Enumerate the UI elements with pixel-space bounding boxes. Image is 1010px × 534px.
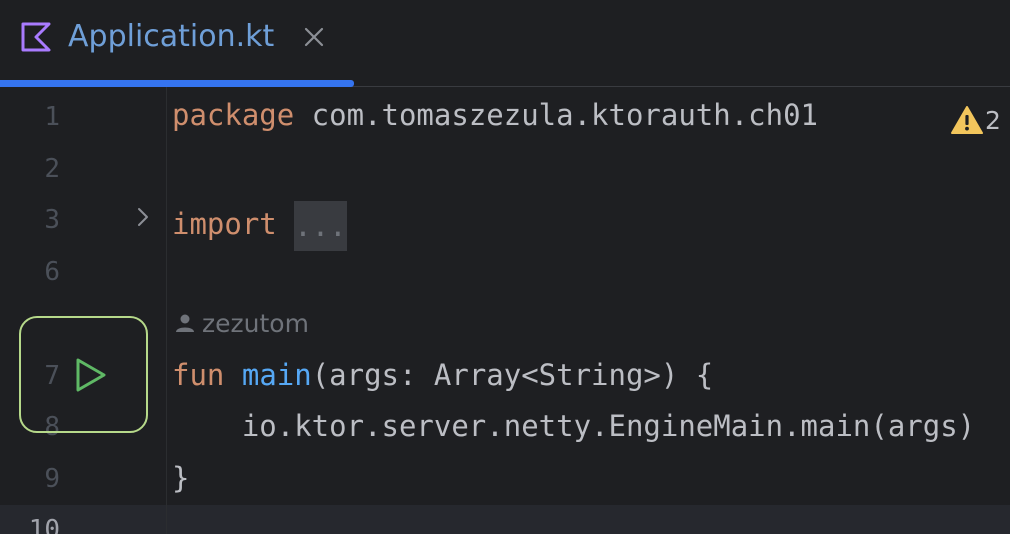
code-line-1: package com.tomaszezula.ktorauth.ch01: [172, 98, 818, 132]
tab-title: Application.kt: [68, 19, 275, 54]
close-icon[interactable]: [302, 25, 326, 49]
editor-tab-bar: Application.kt: [0, 0, 1010, 87]
run-icon[interactable]: [74, 357, 108, 393]
kotlin-file-icon: [21, 22, 51, 52]
code-line-9: }: [172, 461, 190, 495]
chevron-right-icon[interactable]: [134, 205, 152, 229]
line-number: 1: [44, 102, 60, 132]
current-line-highlight: [0, 505, 1010, 534]
line-number: 10: [28, 515, 60, 534]
package-name: com.tomaszezula.ktorauth.ch01: [294, 98, 819, 132]
warning-icon: [951, 106, 983, 134]
person-icon: [176, 314, 194, 332]
line-number: 3: [44, 205, 60, 235]
inspection-widget[interactable]: 2: [951, 105, 1001, 139]
code-line-8: io.ktor.server.netty.EngineMain.main(arg…: [172, 409, 976, 443]
keyword: package: [172, 98, 295, 132]
keyword: import: [172, 207, 277, 241]
line-number: 2: [44, 154, 60, 184]
gutter-divider: [166, 87, 167, 534]
code-line-3: import ...: [172, 201, 347, 251]
author-hint[interactable]: zezutom: [174, 307, 309, 341]
function-name: main: [241, 358, 312, 392]
code-line-7: fun main(args: Array<String>) {: [172, 358, 713, 392]
warning-count: 2: [985, 105, 1001, 135]
keyword: fun: [172, 358, 225, 392]
function-signature: (args: Array<String>) {: [311, 358, 714, 392]
code-editor[interactable]: 1 2 3 6 7 8 9 10 package com.tomaszezula…: [0, 87, 1010, 534]
line-number: 9: [44, 464, 60, 494]
folded-imports[interactable]: ...: [294, 201, 347, 251]
line-number: 6: [44, 257, 60, 287]
tab-application-kt[interactable]: Application.kt: [0, 0, 354, 86]
active-tab-indicator: [0, 80, 354, 87]
author-name: zezutom: [202, 309, 309, 338]
